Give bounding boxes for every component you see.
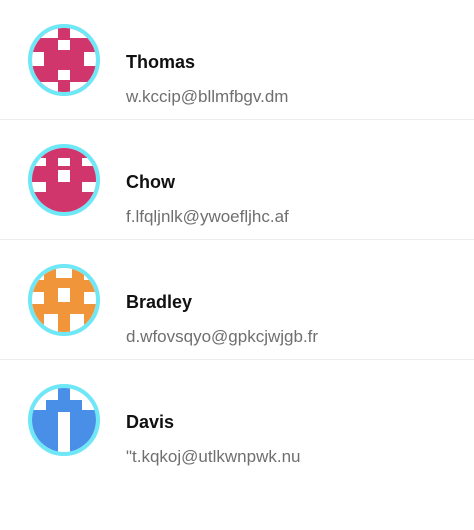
contact-name: Thomas: [126, 52, 196, 72]
contact-list: Thomas w.kccip@bllmfbgv.dm Chow f.lfqljn…: [0, 0, 474, 480]
contact-name: Davis: [126, 412, 175, 432]
avatar: [28, 384, 100, 456]
contact-row-davis[interactable]: Davis "t.kqkoj@utlkwnpwk.nu: [0, 360, 474, 480]
contact-email: d.wfovsqyo@gpkcjwjgb.fr: [126, 327, 319, 346]
avatar: [28, 144, 100, 216]
contact-row-thomas[interactable]: Thomas w.kccip@bllmfbgv.dm: [0, 0, 474, 120]
contact-name: Bradley: [126, 292, 193, 312]
identicon-pattern-icon: [32, 268, 96, 332]
avatar: [28, 24, 100, 96]
contact-row-bradley[interactable]: Bradley d.wfovsqyo@gpkcjwjgb.fr: [0, 240, 474, 360]
identicon-pattern-icon: [32, 148, 96, 212]
contact-email: f.lfqljnlk@ywoefljhc.af: [126, 207, 289, 226]
contact-row-chow[interactable]: Chow f.lfqljnlk@ywoefljhc.af: [0, 120, 474, 240]
avatar: [28, 264, 100, 336]
contact-name: Chow: [126, 172, 175, 192]
contact-email: w.kccip@bllmfbgv.dm: [126, 87, 289, 106]
identicon-pattern-icon: [32, 388, 96, 452]
identicon-pattern-icon: [32, 28, 96, 92]
contact-email: "t.kqkoj@utlkwnpwk.nu: [126, 447, 301, 466]
